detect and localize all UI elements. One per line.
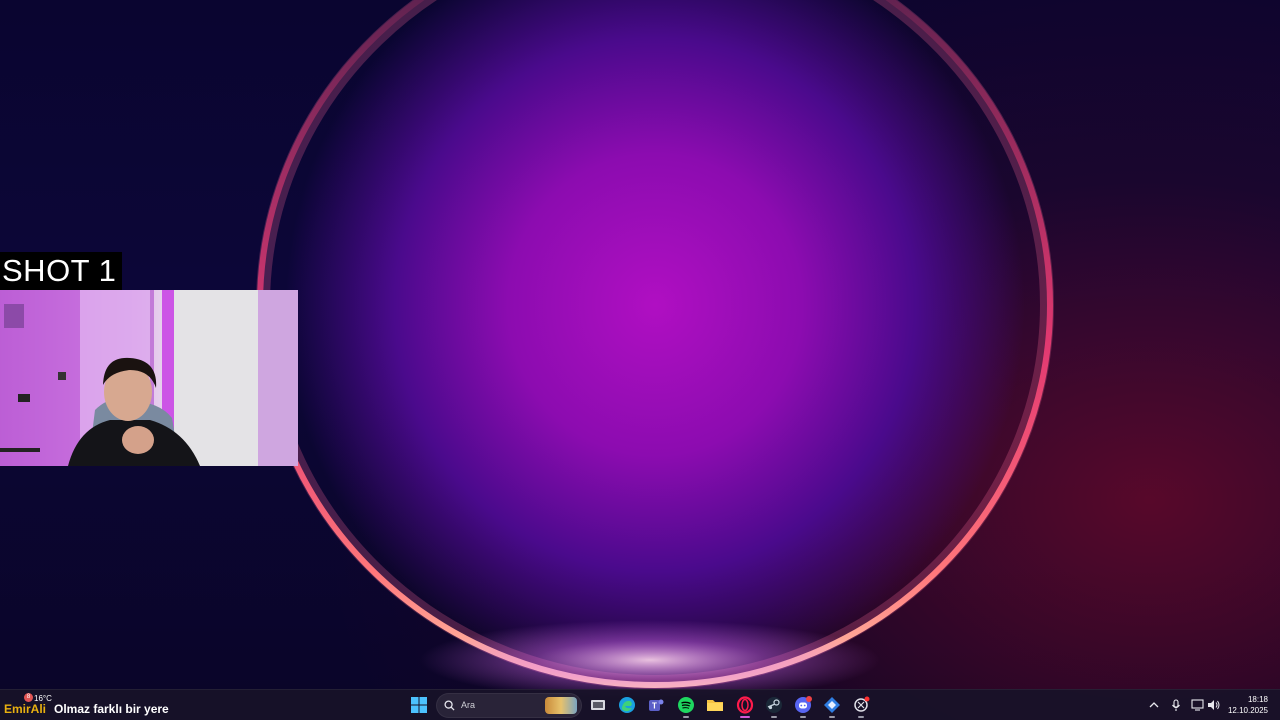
taskbar-app-blue[interactable] [820,693,844,718]
app-icon [824,697,840,713]
taskbar-app-steam[interactable] [762,693,786,718]
speaker-icon [1207,700,1219,710]
now-playing-text: Olmaz farklı bir yere [54,702,169,716]
show-hidden-icons-button[interactable] [1147,698,1161,712]
network-tray[interactable] [1190,698,1204,712]
shot-label: SHOT 1 [0,252,123,290]
windows-icon [411,697,427,713]
search-highlight-image [545,697,577,714]
taskbar-app-teams[interactable]: T [644,693,668,717]
steam-icon [766,697,782,713]
taskbar-app-chatgpt[interactable] [849,693,873,718]
running-indicator [829,716,835,718]
start-button[interactable] [407,693,431,717]
microphone-tray[interactable] [1169,698,1183,712]
folder-icon [707,700,723,711]
active-indicator [740,716,750,718]
system-clock[interactable]: 18:18 12.10.2025 [1228,694,1268,716]
taskbar-app-spotify[interactable] [674,693,698,718]
running-indicator [800,716,806,718]
chatgpt-icon [854,696,870,712]
taskbar: 8 16°C EmirAli Olmaz farklı bir yere Ara [0,689,1280,720]
running-indicator [683,716,689,718]
taskbar-app-opera[interactable] [733,693,757,718]
running-indicator [858,716,864,718]
clock-time: 18:18 [1247,695,1268,704]
streamer-name: EmirAli [4,702,47,716]
taskbar-search[interactable]: Ara [436,693,582,718]
weather-badge: 8 [24,693,33,702]
webcam-scene [0,290,298,466]
taskbar-app-edge[interactable] [615,693,639,717]
network-icon [1190,699,1204,711]
svg-text:T: T [652,702,657,711]
spotify-icon [678,697,694,713]
taskbar-app-discord[interactable] [791,693,815,718]
running-indicator [771,716,777,718]
microphone-icon [1172,698,1180,711]
chevron-up-icon [1149,702,1159,708]
taskbar-app-file-explorer[interactable] [703,693,727,717]
task-view-button[interactable] [586,693,610,717]
teams-icon: T [649,699,664,711]
webcam-feed [0,290,298,466]
discord-icon [795,696,812,713]
clock-date: 12.10.2025 [1227,706,1268,715]
search-icon [444,700,455,711]
task-view-icon [591,700,605,710]
volume-tray[interactable] [1206,698,1220,712]
opera-icon [736,696,754,714]
search-placeholder: Ara [461,700,476,710]
edge-icon [619,697,635,713]
